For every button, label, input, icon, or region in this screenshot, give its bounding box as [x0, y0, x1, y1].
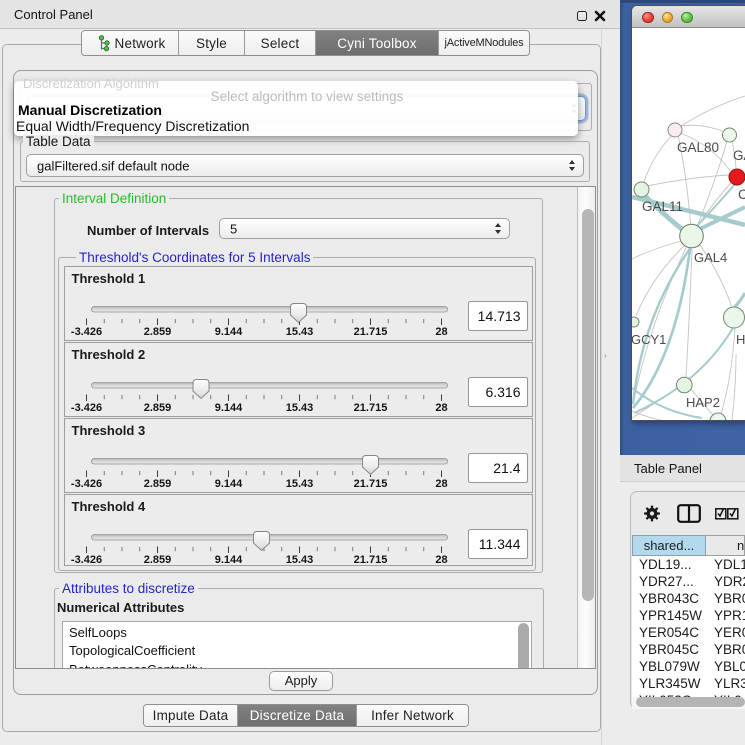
- svg-text:H: H: [736, 332, 745, 347]
- svg-text:GAL80: GAL80: [677, 140, 719, 155]
- svg-text:GAL11: GAL11: [642, 199, 683, 214]
- svg-text:GCY1: GCY1: [632, 332, 666, 347]
- svg-text:GA: GA: [733, 148, 745, 163]
- svg-text:C: C: [738, 187, 745, 202]
- svg-text:HAP2: HAP2: [686, 395, 720, 410]
- svg-text:GAL4: GAL4: [694, 250, 727, 265]
